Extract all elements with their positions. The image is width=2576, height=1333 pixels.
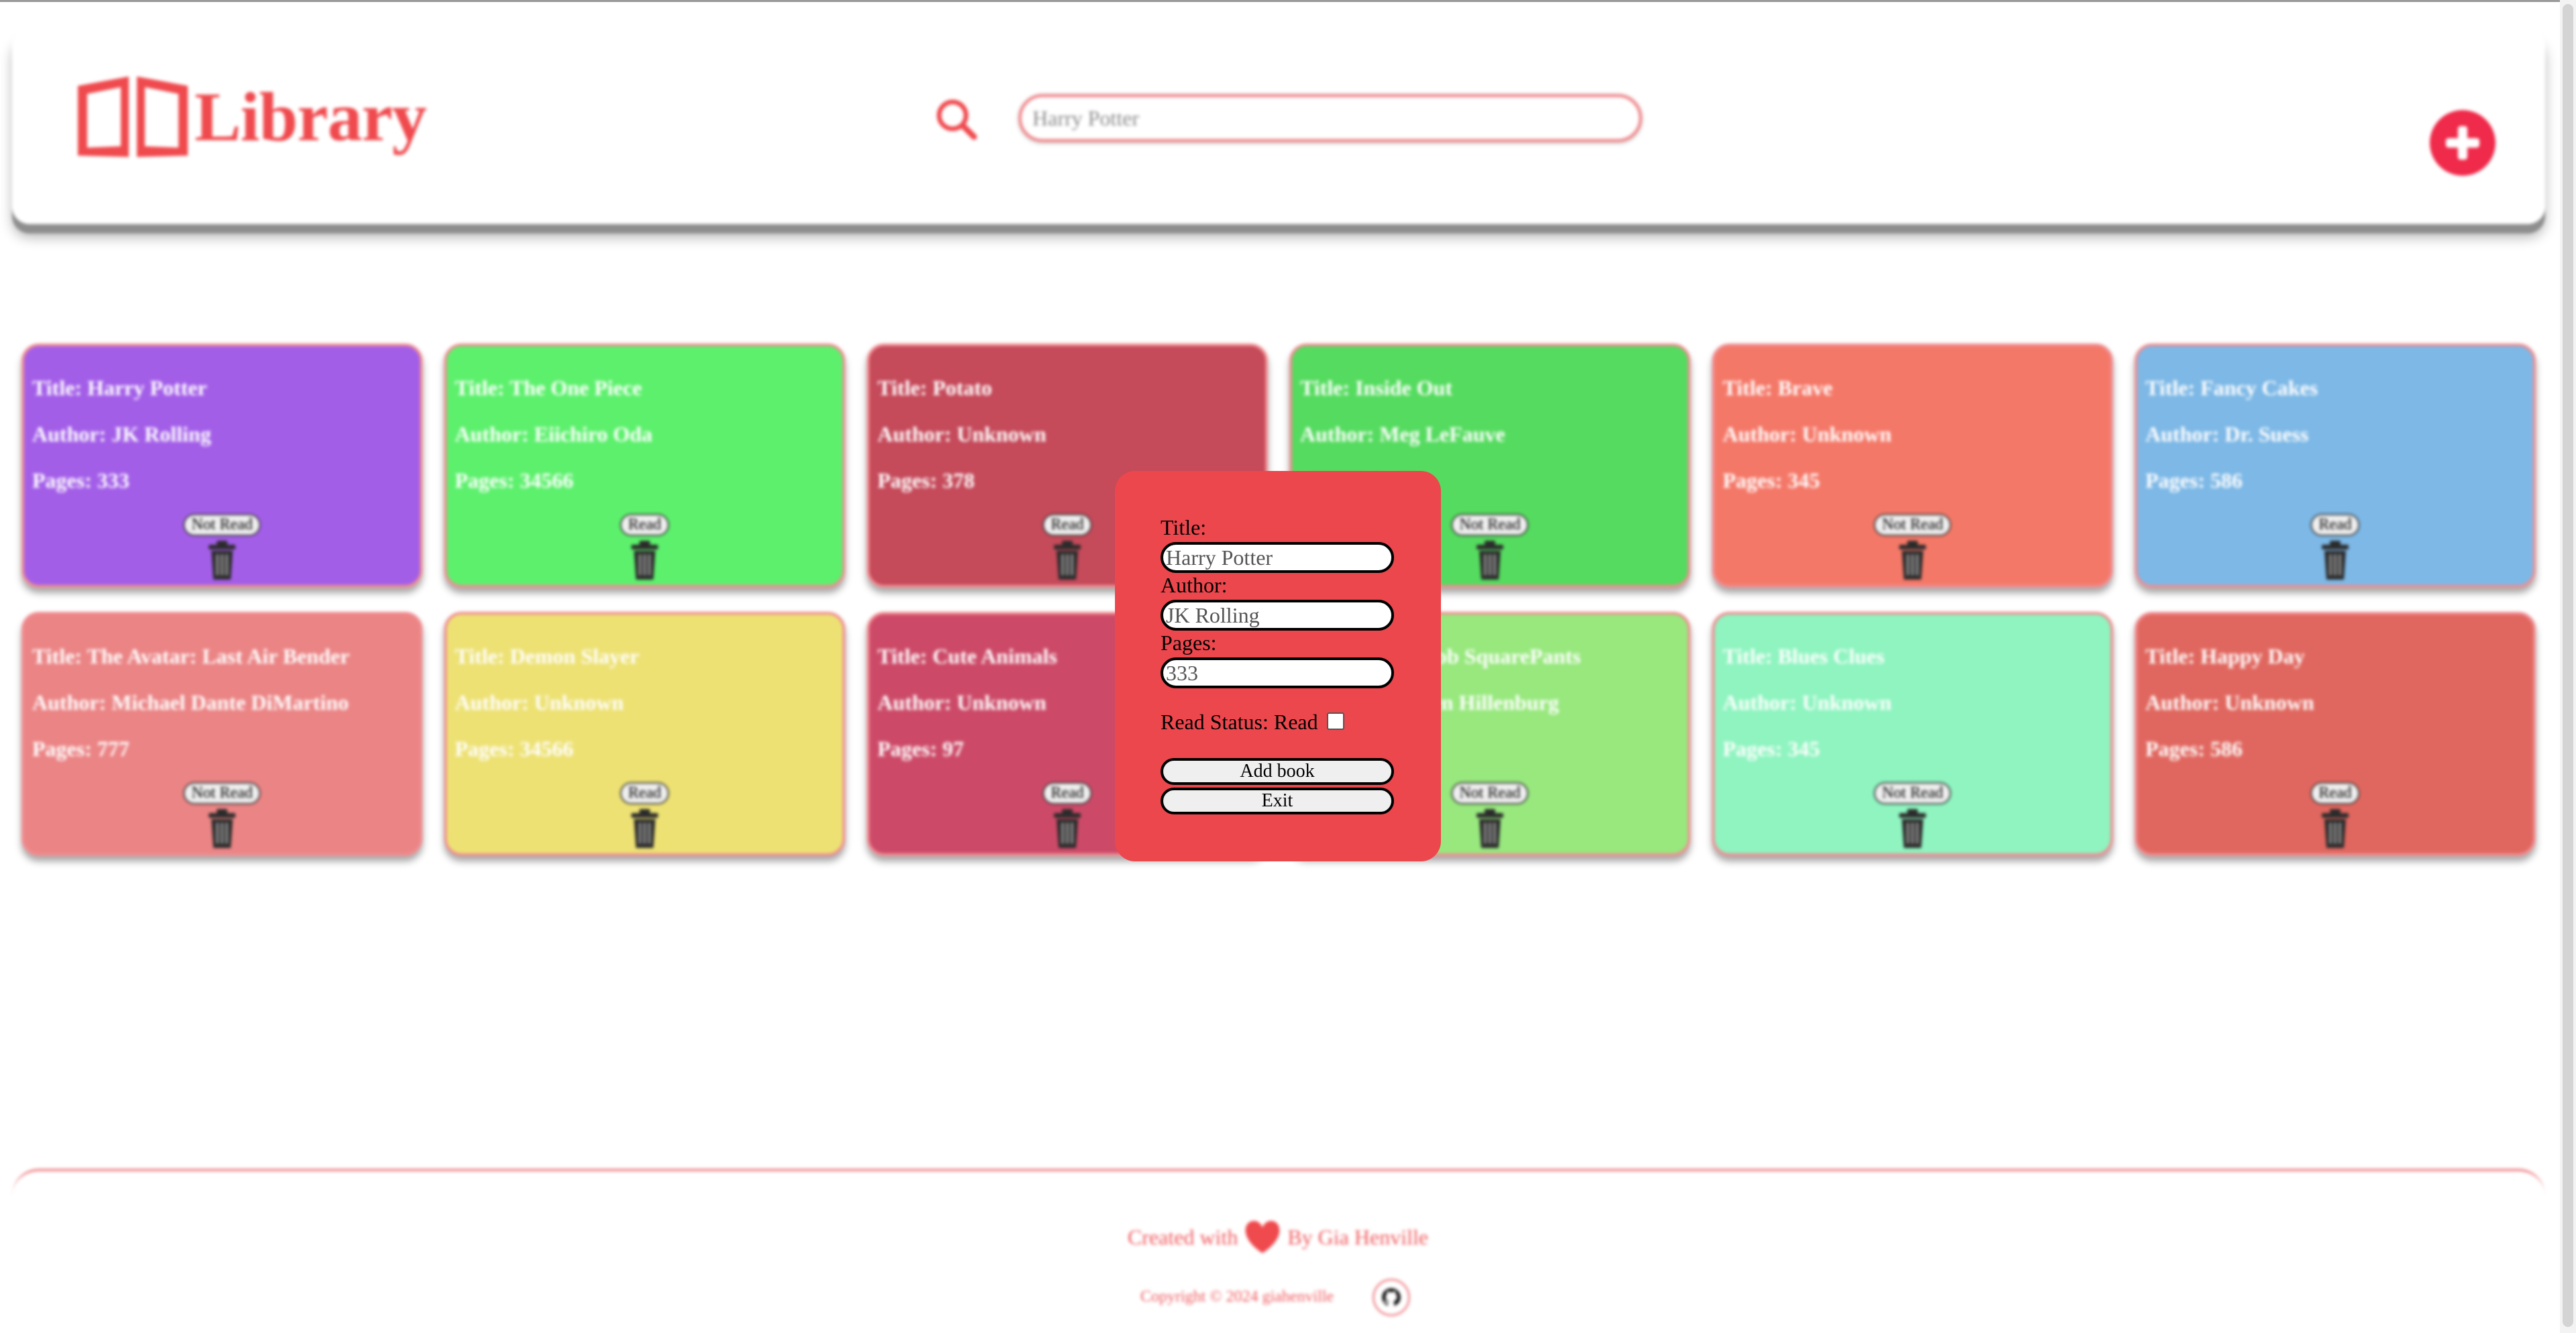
book-title: Title: Brave [1723,376,1833,400]
trash-icon[interactable] [1898,541,1927,581]
book-author: Author: Unknown [1723,422,1892,446]
title-label: Title: [1161,515,1207,539]
book-pages: Pages: 97 [877,737,964,761]
read-status-checkbox[interactable] [1327,712,1344,730]
book-author: Author: Meg LeFauve [1300,422,1505,446]
book-author: Author: Michael Dante DiMartino [32,690,349,714]
trash-icon[interactable] [207,541,237,581]
book-title: Title: Demon Slayer [455,644,639,668]
pages-input[interactable] [1161,657,1394,688]
read-status-button[interactable]: Not Read [1874,782,1951,804]
read-status-button[interactable]: Read [1042,514,1092,536]
pages-label: Pages: [1161,631,1217,655]
scrollbar-thumb[interactable] [2563,4,2573,1327]
footer-copyright: Copyright © 2024 giahenville [1140,1288,1334,1305]
trash-icon[interactable] [1053,809,1082,849]
book-title: Title: Happy Day [2145,644,2305,668]
trash-icon[interactable] [1475,809,1505,849]
add-book-modal: Title: Author: Pages: Read Status: Read … [1115,471,1441,861]
read-status-button[interactable]: Not Read [183,782,261,804]
trash-icon[interactable] [1898,809,1927,849]
book-card: Title: Harry Potter Author: JK Rolling Pag… [21,343,423,588]
read-status-button[interactable]: Read [620,782,669,804]
book-author: Author: Unknown [455,690,624,714]
book-title: Title: Fancy Cakes [2145,376,2318,400]
logo-text: Library [195,78,427,156]
trash-icon[interactable] [630,541,659,581]
book-card: Title: Happy Day Author: Unknown Pages: 58… [2135,612,2536,856]
book-card: Title: Brave Author: Unknown Pages: 345 Not… [1712,343,2113,588]
read-status-button[interactable]: Not Read [1874,514,1951,536]
exit-button[interactable]: Exit [1161,788,1394,814]
book-title: Title: The One Piece [455,376,642,400]
read-status-button[interactable]: Read [2310,514,2360,536]
book-title: Title: Harry Potter [32,376,207,400]
book-card: Title: The Avatar: Last Air Bender Author… [21,612,423,856]
open-book-icon [78,76,188,157]
title-input[interactable] [1161,542,1394,573]
read-status-button[interactable]: Read [1042,782,1092,804]
book-pages: Pages: 777 [32,737,129,761]
footer-created-suffix: By Gia Henville [1287,1224,1429,1249]
book-card: Title: Demon Slayer Author: Unknown Pages:… [444,612,845,856]
book-title: Title: Potato [877,376,992,400]
book-pages: Pages: 345 [1723,468,1820,492]
footer-divider [12,1169,2545,1198]
book-pages: Pages: 586 [2145,468,2243,492]
header: Library [12,28,2545,224]
search-input[interactable] [1018,94,1642,142]
book-author: Author: Dr. Suess [2145,422,2309,446]
logo[interactable]: Library [74,72,427,161]
book-author: Author: Unknown [877,690,1046,714]
add-book-button[interactable] [2430,110,2496,176]
book-pages: Pages: 345 [1723,737,1820,761]
trash-icon[interactable] [1475,541,1505,581]
book-title: Title: The Avatar: Last Air Bender [32,644,350,668]
book-title: Title: Cute Animals [877,644,1057,668]
book-author: Author: Eiichiro Oda [455,422,653,446]
book-title: Title: Blues Clues [1723,644,1885,668]
book-pages: Pages: 586 [2145,737,2243,761]
read-status-button[interactable]: Not Read [1451,514,1529,536]
book-pages: Pages: 333 [32,468,129,492]
book-card: Title: The One Piece Author: Eiichiro Oda… [444,343,845,588]
book-title: Title: Inside Out [1300,376,1452,400]
heart-icon [1245,1220,1280,1253]
author-label: Author: [1161,573,1228,597]
footer-created-prefix: Created with [1127,1224,1238,1249]
read-status-button[interactable]: Read [2310,782,2360,804]
book-author: Author: Unknown [1723,690,1892,714]
book-card: Title: Fancy Cakes Author: Dr. Suess Pages… [2135,343,2536,588]
book-author: Author: Unknown [877,422,1046,446]
trash-icon[interactable] [2320,541,2350,581]
read-status-button[interactable]: Not Read [1451,782,1529,804]
book-pages: Pages: 378 [877,468,975,492]
book-pages: Pages: 34566 [455,737,574,761]
book-pages: Pages: 34566 [455,468,574,492]
footer-credit: Created with By Gia Henville [0,1220,2556,1255]
add-book-submit-button[interactable]: Add book [1161,758,1394,785]
trash-icon[interactable] [1053,541,1082,581]
trash-icon[interactable] [630,809,659,849]
read-status-button[interactable]: Read [620,514,669,536]
scrollbar[interactable] [2560,0,2576,1333]
trash-icon[interactable] [207,809,237,849]
book-author: Author: JK Rolling [32,422,211,446]
book-card: Title: Blues Clues Author: Unknown Pages: … [1712,612,2113,856]
read-status-button[interactable]: Not Read [183,514,261,536]
github-icon[interactable] [1373,1279,1410,1316]
book-author: Author: Unknown [2145,690,2314,714]
search-icon[interactable] [932,95,981,144]
author-input[interactable] [1161,600,1394,631]
trash-icon[interactable] [2320,809,2350,849]
read-status-label: Read Status: Read [1161,710,1318,734]
